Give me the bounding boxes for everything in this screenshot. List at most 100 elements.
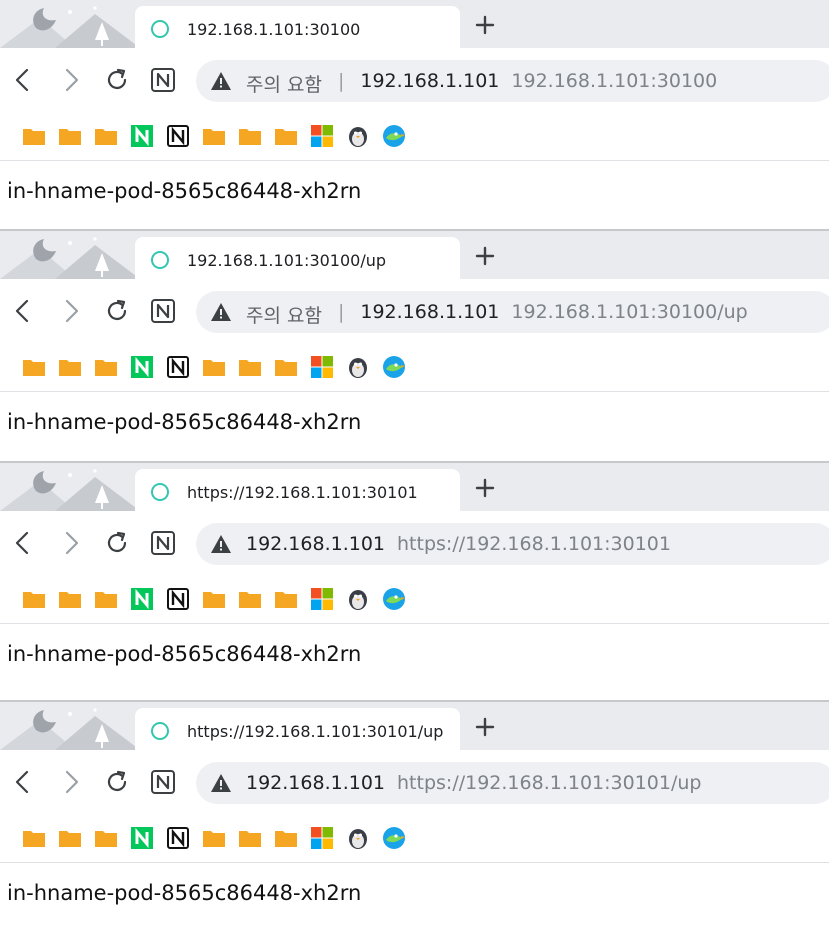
new-tab-plus-icon[interactable] [472,714,498,740]
bird-icon[interactable] [382,124,406,148]
page-content: in-hname-pod-8565c86448-xh2rn [0,392,829,462]
folder-icon[interactable] [238,124,262,148]
forward-arrow-icon[interactable] [58,67,84,93]
naver-icon[interactable] [130,124,154,148]
address-bar[interactable]: 주의 요함 | 192.168.1.101 192.168.1.101:3010… [196,291,829,333]
toolbar: 주의 요함 | 192.168.1.101 192.168.1.101:3010… [0,48,829,112]
address-host[interactable]: 192.168.1.101 [360,70,499,92]
folder-icon[interactable] [58,587,82,611]
warning-triangle-icon[interactable] [210,773,232,793]
folder-icon[interactable] [202,587,226,611]
folder-icon[interactable] [274,355,298,379]
notion-icon[interactable] [166,826,190,850]
folder-icon[interactable] [22,124,46,148]
address-url[interactable]: 192.168.1.101:30100/up [511,301,747,323]
bird-icon[interactable] [382,355,406,379]
folder-icon[interactable] [22,826,46,850]
tab-active[interactable]: https://192.168.1.101:30101 [135,469,460,511]
folder-icon[interactable] [58,124,82,148]
reload-icon[interactable] [104,67,130,93]
folder-icon[interactable] [94,124,118,148]
folder-icon[interactable] [94,587,118,611]
address-bar[interactable]: 주의 요함 | 192.168.1.101 192.168.1.101:3010… [196,60,829,102]
warning-triangle-icon[interactable] [210,71,232,91]
folder-icon[interactable] [58,355,82,379]
notion-icon[interactable] [166,124,190,148]
forward-arrow-icon[interactable] [58,769,84,795]
warning-triangle-icon[interactable] [210,302,232,322]
folder-icon[interactable] [94,355,118,379]
security-warning-label[interactable]: 주의 요함 [246,301,322,328]
folder-icon[interactable] [274,826,298,850]
folder-icon[interactable] [274,124,298,148]
new-tab-plus-icon[interactable] [472,243,498,269]
tab-strip: 192.168.1.101:30100 [0,0,829,48]
tab-title: 192.168.1.101:30100 [187,20,361,39]
folder-icon[interactable] [202,355,226,379]
address-url[interactable]: https://192.168.1.101:30101/up [397,772,701,794]
microsoft-icon[interactable] [310,124,334,148]
folder-icon[interactable] [58,826,82,850]
security-warning-label[interactable]: 주의 요함 [246,70,322,97]
address-host[interactable]: 192.168.1.101 [246,772,385,794]
notion-icon[interactable] [166,355,190,379]
back-arrow-icon[interactable] [10,530,36,556]
back-arrow-icon[interactable] [10,769,36,795]
reload-icon[interactable] [104,530,130,556]
tab-active[interactable]: 192.168.1.101:30100 [135,6,460,48]
folder-icon[interactable] [22,355,46,379]
tab-active[interactable]: 192.168.1.101:30100/up [135,237,460,279]
notion-icon[interactable] [150,530,176,556]
pod-name-text: in-hname-pod-8565c86448-xh2rn [7,642,362,666]
separator: | [337,301,345,323]
toolbar: 주의 요함 | 192.168.1.101 192.168.1.101:3010… [0,279,829,343]
address-url[interactable]: 192.168.1.101:30100 [511,70,717,92]
naver-icon[interactable] [130,355,154,379]
microsoft-icon[interactable] [310,355,334,379]
warning-triangle-icon[interactable] [210,534,232,554]
separator: | [337,70,345,92]
microsoft-icon[interactable] [310,826,334,850]
theme-decoration-icon [0,469,140,511]
back-arrow-icon[interactable] [10,298,36,324]
tab-active[interactable]: https://192.168.1.101:30101/up [135,708,460,750]
notion-icon[interactable] [150,769,176,795]
notion-icon[interactable] [150,67,176,93]
notion-icon[interactable] [166,587,190,611]
folder-icon[interactable] [22,587,46,611]
reload-icon[interactable] [104,298,130,324]
forward-arrow-icon[interactable] [58,298,84,324]
penguin-icon[interactable] [346,355,370,379]
reload-icon[interactable] [104,769,130,795]
new-tab-plus-icon[interactable] [472,12,498,38]
folder-icon[interactable] [202,826,226,850]
toolbar: 192.168.1.101 https://192.168.1.101:3010… [0,750,829,814]
new-tab-plus-icon[interactable] [472,475,498,501]
address-bar[interactable]: 192.168.1.101 https://192.168.1.101:3010… [196,762,829,804]
address-host[interactable]: 192.168.1.101 [360,301,499,323]
penguin-icon[interactable] [346,124,370,148]
naver-icon[interactable] [130,826,154,850]
address-url[interactable]: https://192.168.1.101:30101 [397,533,671,555]
bird-icon[interactable] [382,826,406,850]
penguin-icon[interactable] [346,587,370,611]
back-arrow-icon[interactable] [10,67,36,93]
theme-decoration-icon [0,237,140,279]
page-content: in-hname-pod-8565c86448-xh2rn [0,863,829,933]
folder-icon[interactable] [238,826,262,850]
address-host[interactable]: 192.168.1.101 [246,533,385,555]
notion-icon[interactable] [150,298,176,324]
folder-icon[interactable] [238,355,262,379]
bird-icon[interactable] [382,587,406,611]
tab-strip: https://192.168.1.101:30101/up [0,702,829,750]
penguin-icon[interactable] [346,826,370,850]
folder-icon[interactable] [238,587,262,611]
naver-icon[interactable] [130,587,154,611]
folder-icon[interactable] [94,826,118,850]
folder-icon[interactable] [202,124,226,148]
folder-icon[interactable] [274,587,298,611]
bookmarks-bar [0,575,829,624]
forward-arrow-icon[interactable] [58,530,84,556]
address-bar[interactable]: 192.168.1.101 https://192.168.1.101:3010… [196,523,829,565]
microsoft-icon[interactable] [310,587,334,611]
